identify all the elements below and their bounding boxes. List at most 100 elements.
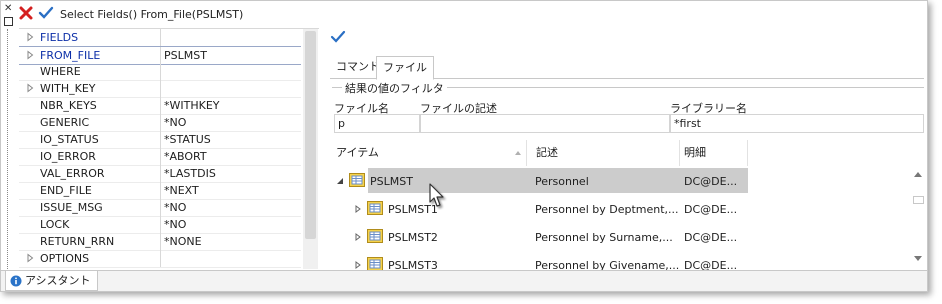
expand-arrow-icon[interactable] <box>354 261 362 269</box>
list-item[interactable]: PSLMST2 Personnel by Surname,... DC@DE... <box>332 224 912 251</box>
property-row[interactable]: GENERIC *NO <box>19 114 301 132</box>
property-row[interactable]: IO_STATUS *STATUS <box>19 131 301 149</box>
property-row[interactable]: END_FILE *NEXT <box>19 182 301 200</box>
property-row[interactable]: LOCK *NO <box>19 216 301 234</box>
property-value-cell[interactable]: *WITHKEY <box>160 97 302 114</box>
property-row[interactable]: VAL_ERROR *LASTDIS <box>19 165 301 183</box>
expand-arrow-icon[interactable] <box>354 233 362 241</box>
command-toolbar: Select Fields() From_File(PSLMST) <box>16 5 927 25</box>
property-value: *NEXT <box>164 184 199 197</box>
property-value-cell[interactable]: *NONE <box>160 233 302 250</box>
property-grid: FIELDS FROM_FILE PSLMST WHERE WITH_KEY NBR_KE… <box>19 28 319 269</box>
property-row[interactable]: ISSUE_MSG *NO <box>19 199 301 217</box>
property-name: WHERE <box>40 65 81 78</box>
property-value: *NO <box>164 218 187 231</box>
close-panel-icon[interactable]: ✕ <box>4 3 12 14</box>
property-value: PSLMST <box>164 49 207 62</box>
property-name: GENERIC <box>40 116 90 129</box>
item-description: Personnel by Deptment,... <box>535 203 679 216</box>
property-row[interactable]: WHERE <box>19 63 301 81</box>
property-value-cell[interactable] <box>160 80 302 97</box>
property-name: FROM_FILE <box>40 49 101 62</box>
property-value: *STATUS <box>164 133 211 146</box>
item-description: Personnel <box>535 175 589 188</box>
column-detail[interactable]: 明細 <box>680 140 748 166</box>
info-icon <box>10 275 22 287</box>
scroll-up-icon[interactable] <box>914 172 922 177</box>
property-name: WITH_KEY <box>40 82 96 95</box>
property-value-cell[interactable]: *LASTDIS <box>160 165 302 182</box>
splitter[interactable] <box>7 29 8 269</box>
item-detail: DC@DE... <box>684 231 738 244</box>
expand-arrow-icon[interactable] <box>25 253 35 263</box>
property-value-cell[interactable] <box>160 250 302 267</box>
property-value: *NO <box>164 116 187 129</box>
assistant-window: ✕ Select Fields() From_File(PSLMST) FIEL… <box>0 0 928 292</box>
property-value-cell[interactable]: PSLMST <box>160 47 302 64</box>
red-x-icon[interactable] <box>18 5 34 21</box>
item-name: PSLMST2 <box>388 231 438 244</box>
file-name-field[interactable]: p <box>334 114 420 133</box>
expand-arrow-icon[interactable] <box>25 83 35 93</box>
tab-assistant[interactable]: アシスタント <box>5 271 98 291</box>
list-item[interactable]: PSLMST1 Personnel by Deptment,... DC@DE... <box>332 196 912 223</box>
list-item[interactable]: PSLMST Personnel DC@DE... <box>332 168 912 195</box>
file-desc-field[interactable] <box>420 114 670 133</box>
property-value-cell[interactable]: *ABORT <box>160 148 302 165</box>
property-name: RETURN_RRN <box>40 235 115 248</box>
file-table-icon <box>367 201 383 215</box>
expand-arrow-icon[interactable] <box>354 205 362 213</box>
property-value-cell[interactable] <box>160 29 302 46</box>
tab-file[interactable]: ファイル <box>376 56 434 80</box>
property-name: OPTIONS <box>40 252 90 265</box>
list-scrollbar[interactable] <box>913 166 924 268</box>
grid-scroll-thumb[interactable] <box>305 31 316 239</box>
column-description[interactable]: 記述 <box>532 140 680 166</box>
apply-check-icon[interactable] <box>330 29 346 45</box>
property-value: *NO <box>164 201 187 214</box>
property-value: *NONE <box>164 235 202 248</box>
property-row[interactable]: OPTIONS <box>19 250 301 268</box>
property-name: LOCK <box>40 218 70 231</box>
property-name: IO_ERROR <box>40 150 96 163</box>
property-value-cell[interactable]: *NEXT <box>160 182 302 199</box>
property-row[interactable]: FIELDS <box>19 29 301 47</box>
property-value: *ABORT <box>164 150 207 163</box>
file-table-icon <box>349 173 365 187</box>
property-value: *WITHKEY <box>164 99 220 112</box>
property-row[interactable]: NBR_KEYS *WITHKEY <box>19 97 301 115</box>
command-text: Select Fields() From_File(PSLMST) <box>60 8 244 21</box>
property-row[interactable]: IO_ERROR *ABORT <box>19 148 301 166</box>
sort-arrow-icon <box>515 151 521 155</box>
property-value-cell[interactable]: *STATUS <box>160 131 302 148</box>
property-value: *LASTDIS <box>164 167 216 180</box>
blue-check-icon[interactable] <box>38 5 54 21</box>
property-name: NBR_KEYS <box>40 99 97 112</box>
result-filter-group: 結果の値のフィルタ ファイル名 ファイルの記述 ライブラリー名 p *first <box>332 80 924 136</box>
property-value-cell[interactable]: *NO <box>160 199 302 216</box>
expand-arrow-icon[interactable] <box>25 32 35 42</box>
file-table-icon <box>367 257 383 271</box>
item-description: Personnel by Surname,... <box>535 231 673 244</box>
collapse-arrow-icon[interactable] <box>336 177 344 185</box>
list-scroll-thumb[interactable] <box>913 196 924 204</box>
tab-assistant-label: アシスタント <box>25 274 91 287</box>
bottom-tab-strip: アシスタント <box>1 270 927 291</box>
property-value-cell[interactable]: *NO <box>160 216 302 233</box>
property-row[interactable]: RETURN_RRN *NONE <box>19 233 301 251</box>
scroll-down-icon[interactable] <box>914 256 922 261</box>
property-value-cell[interactable]: *NO <box>160 114 302 131</box>
file-list: アイテム 記述 明細 PSLMST Personnel DC@DE... PSLMST… <box>332 140 924 272</box>
property-name: IO_STATUS <box>40 133 99 146</box>
item-detail: DC@DE... <box>684 203 738 216</box>
item-name: PSLMST <box>370 175 413 188</box>
expand-arrow-icon[interactable] <box>25 50 35 60</box>
filter-legend: 結果の値のフィルタ <box>342 80 447 96</box>
library-field[interactable]: *first <box>670 114 924 133</box>
library-value: *first <box>674 117 701 130</box>
grid-scrollbar[interactable] <box>303 29 318 269</box>
pin-icon[interactable] <box>4 17 13 26</box>
property-value-cell[interactable] <box>160 63 302 80</box>
property-row[interactable]: WITH_KEY <box>19 80 301 98</box>
column-item[interactable]: アイテム <box>332 140 527 166</box>
